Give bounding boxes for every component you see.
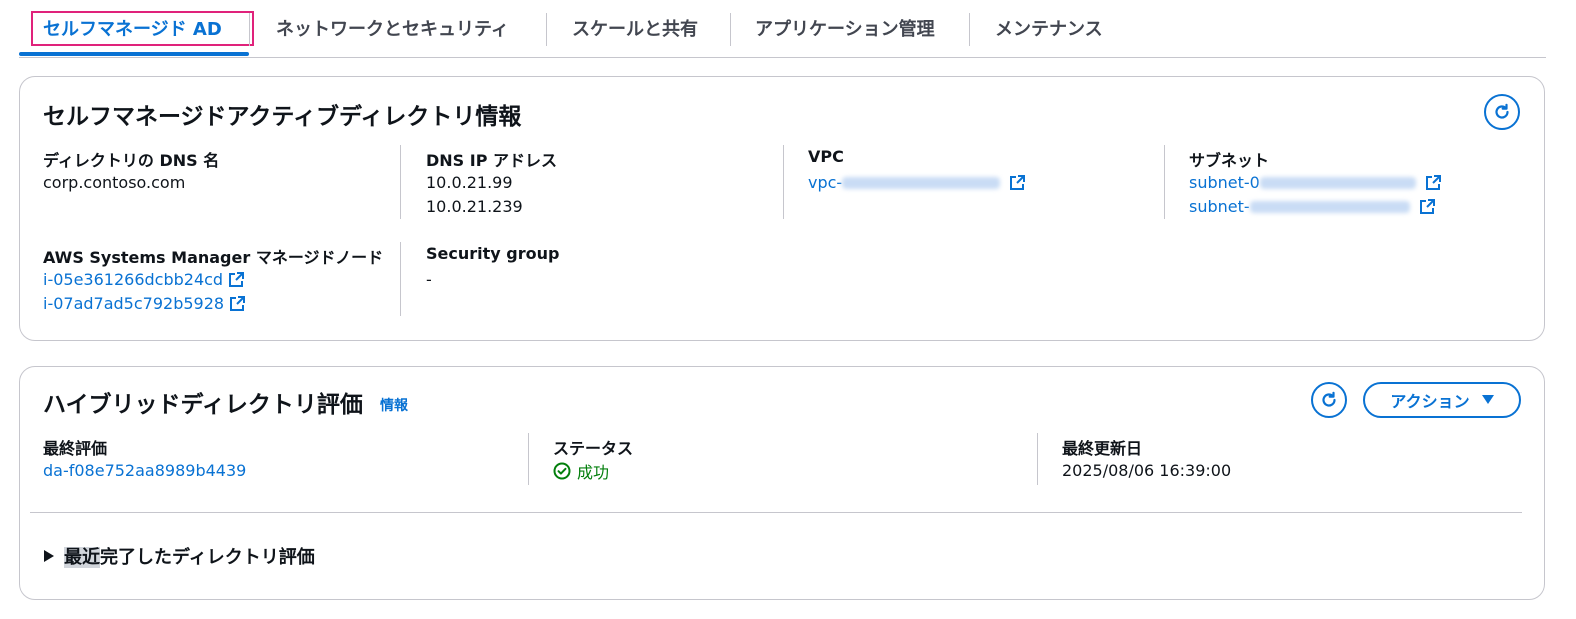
expander-label-highlight: 最近 xyxy=(64,547,100,568)
tab-label: ネットワークとセキュリティ xyxy=(276,19,509,40)
refresh-button[interactable] xyxy=(1311,382,1347,418)
ssm-node-link[interactable]: i-05e361266dcbb24cd xyxy=(43,268,245,292)
tab-app-management[interactable]: アプリケーション管理 xyxy=(755,0,935,56)
last-assessment-label: 最終評価 xyxy=(43,439,108,458)
recent-assessments-expander[interactable]: 最近完了したディレクトリ評価 xyxy=(44,543,315,569)
actions-label: アクション xyxy=(1390,392,1470,411)
redacted-id xyxy=(1249,201,1410,213)
expander-label: 最近完了したディレクトリ評価 xyxy=(64,543,315,569)
vpc-label: VPC xyxy=(808,147,844,166)
tab-label: アプリケーション管理 xyxy=(755,19,935,40)
tab-active-indicator xyxy=(19,52,249,56)
dns-ip-label: DNS IP アドレス xyxy=(426,151,558,170)
external-link-icon xyxy=(1010,175,1026,190)
tab-self-managed-ad[interactable]: セルフマネージド AD xyxy=(43,0,222,56)
vpc-link[interactable]: vpc- xyxy=(808,171,1026,195)
external-link-icon xyxy=(1419,199,1435,214)
tab-network-security[interactable]: ネットワークとセキュリティ xyxy=(276,0,509,56)
assessment-id: da-f08e752aa8989b4439 xyxy=(43,461,247,480)
column-divider xyxy=(783,145,784,219)
tab-label: スケールと共有 xyxy=(572,19,698,40)
external-link-icon xyxy=(1425,175,1441,190)
tab-bar: セルフマネージド AD ネットワークとセキュリティ スケールと共有 アプリケーシ… xyxy=(19,0,1546,58)
caret-down-icon xyxy=(1481,395,1494,404)
column-divider xyxy=(400,242,401,316)
refresh-button[interactable] xyxy=(1484,94,1520,130)
column-divider xyxy=(528,433,529,485)
last-updated-label: 最終更新日 xyxy=(1062,439,1143,458)
dns-name-value: corp.contoso.com xyxy=(43,173,186,192)
tab-divider xyxy=(730,13,731,46)
tab-maintenance[interactable]: メンテナンス xyxy=(995,0,1103,56)
info-link[interactable]: 情報 xyxy=(380,395,408,415)
tab-scale-share[interactable]: スケールと共有 xyxy=(572,0,698,56)
hybrid-assessment-title: ハイブリッドディレクトリ評価 xyxy=(43,392,363,418)
vpc-link-text: vpc- xyxy=(808,173,843,192)
refresh-icon xyxy=(1495,103,1509,119)
check-circle-icon xyxy=(553,462,571,480)
dns-name-label: ディレクトリの DNS 名 xyxy=(43,151,220,170)
status-value: 成功 xyxy=(577,463,610,482)
expander-label-rest: 完了したディレクトリ評価 xyxy=(100,547,315,568)
dns-ip-value: 10.0.21.99 xyxy=(426,173,513,192)
security-group-label: Security group xyxy=(426,244,560,263)
tab-label: メンテナンス xyxy=(995,19,1103,40)
status-label: ステータス xyxy=(553,439,634,458)
redacted-id xyxy=(842,177,1001,189)
redacted-id xyxy=(1259,177,1416,189)
subnet-link[interactable]: subnet-0 xyxy=(1189,171,1442,195)
external-link-icon xyxy=(229,272,245,287)
column-divider xyxy=(400,145,401,219)
directory-info-container: セルフマネージドアクティブディレクトリ情報 ディレクトリの DNS 名 corp… xyxy=(19,76,1545,341)
external-link-icon xyxy=(230,296,246,311)
dns-ip-value: 10.0.21.239 xyxy=(426,197,523,216)
column-divider xyxy=(1164,145,1165,219)
ssm-label: AWS Systems Manager マネージドノード xyxy=(43,248,384,267)
refresh-icon xyxy=(1322,391,1336,407)
actions-dropdown-button[interactable]: アクション xyxy=(1363,382,1521,418)
tab-divider xyxy=(969,13,970,46)
caret-right-icon xyxy=(44,550,54,562)
tab-divider xyxy=(249,13,250,46)
last-updated-value: 2025/08/06 16:39:00 xyxy=(1062,461,1232,480)
tab-label: セルフマネージド AD xyxy=(43,19,222,40)
tab-divider xyxy=(546,13,547,46)
ssm-node-link[interactable]: i-07ad7ad5c792b5928 xyxy=(43,292,246,316)
ssm-node-id: i-05e361266dcbb24cd xyxy=(43,270,224,289)
subnet-link-text: subnet- xyxy=(1189,197,1250,216)
ssm-node-id: i-07ad7ad5c792b5928 xyxy=(43,294,225,313)
subnet-link[interactable]: subnet- xyxy=(1189,195,1436,219)
column-divider xyxy=(1037,433,1038,485)
subnet-label: サブネット xyxy=(1189,151,1270,170)
last-assessment-link[interactable]: da-f08e752aa8989b4439 xyxy=(43,459,246,483)
security-group-value: - xyxy=(426,270,432,289)
directory-info-title: セルフマネージドアクティブディレクトリ情報 xyxy=(43,104,522,130)
section-divider xyxy=(30,512,1522,513)
status-indicator: 成功 xyxy=(553,459,609,483)
hybrid-assessment-container: ハイブリッドディレクトリ評価 情報 アクション 最終評価 da-f08e752a… xyxy=(19,366,1545,600)
subnet-link-text: subnet-0 xyxy=(1189,173,1260,192)
